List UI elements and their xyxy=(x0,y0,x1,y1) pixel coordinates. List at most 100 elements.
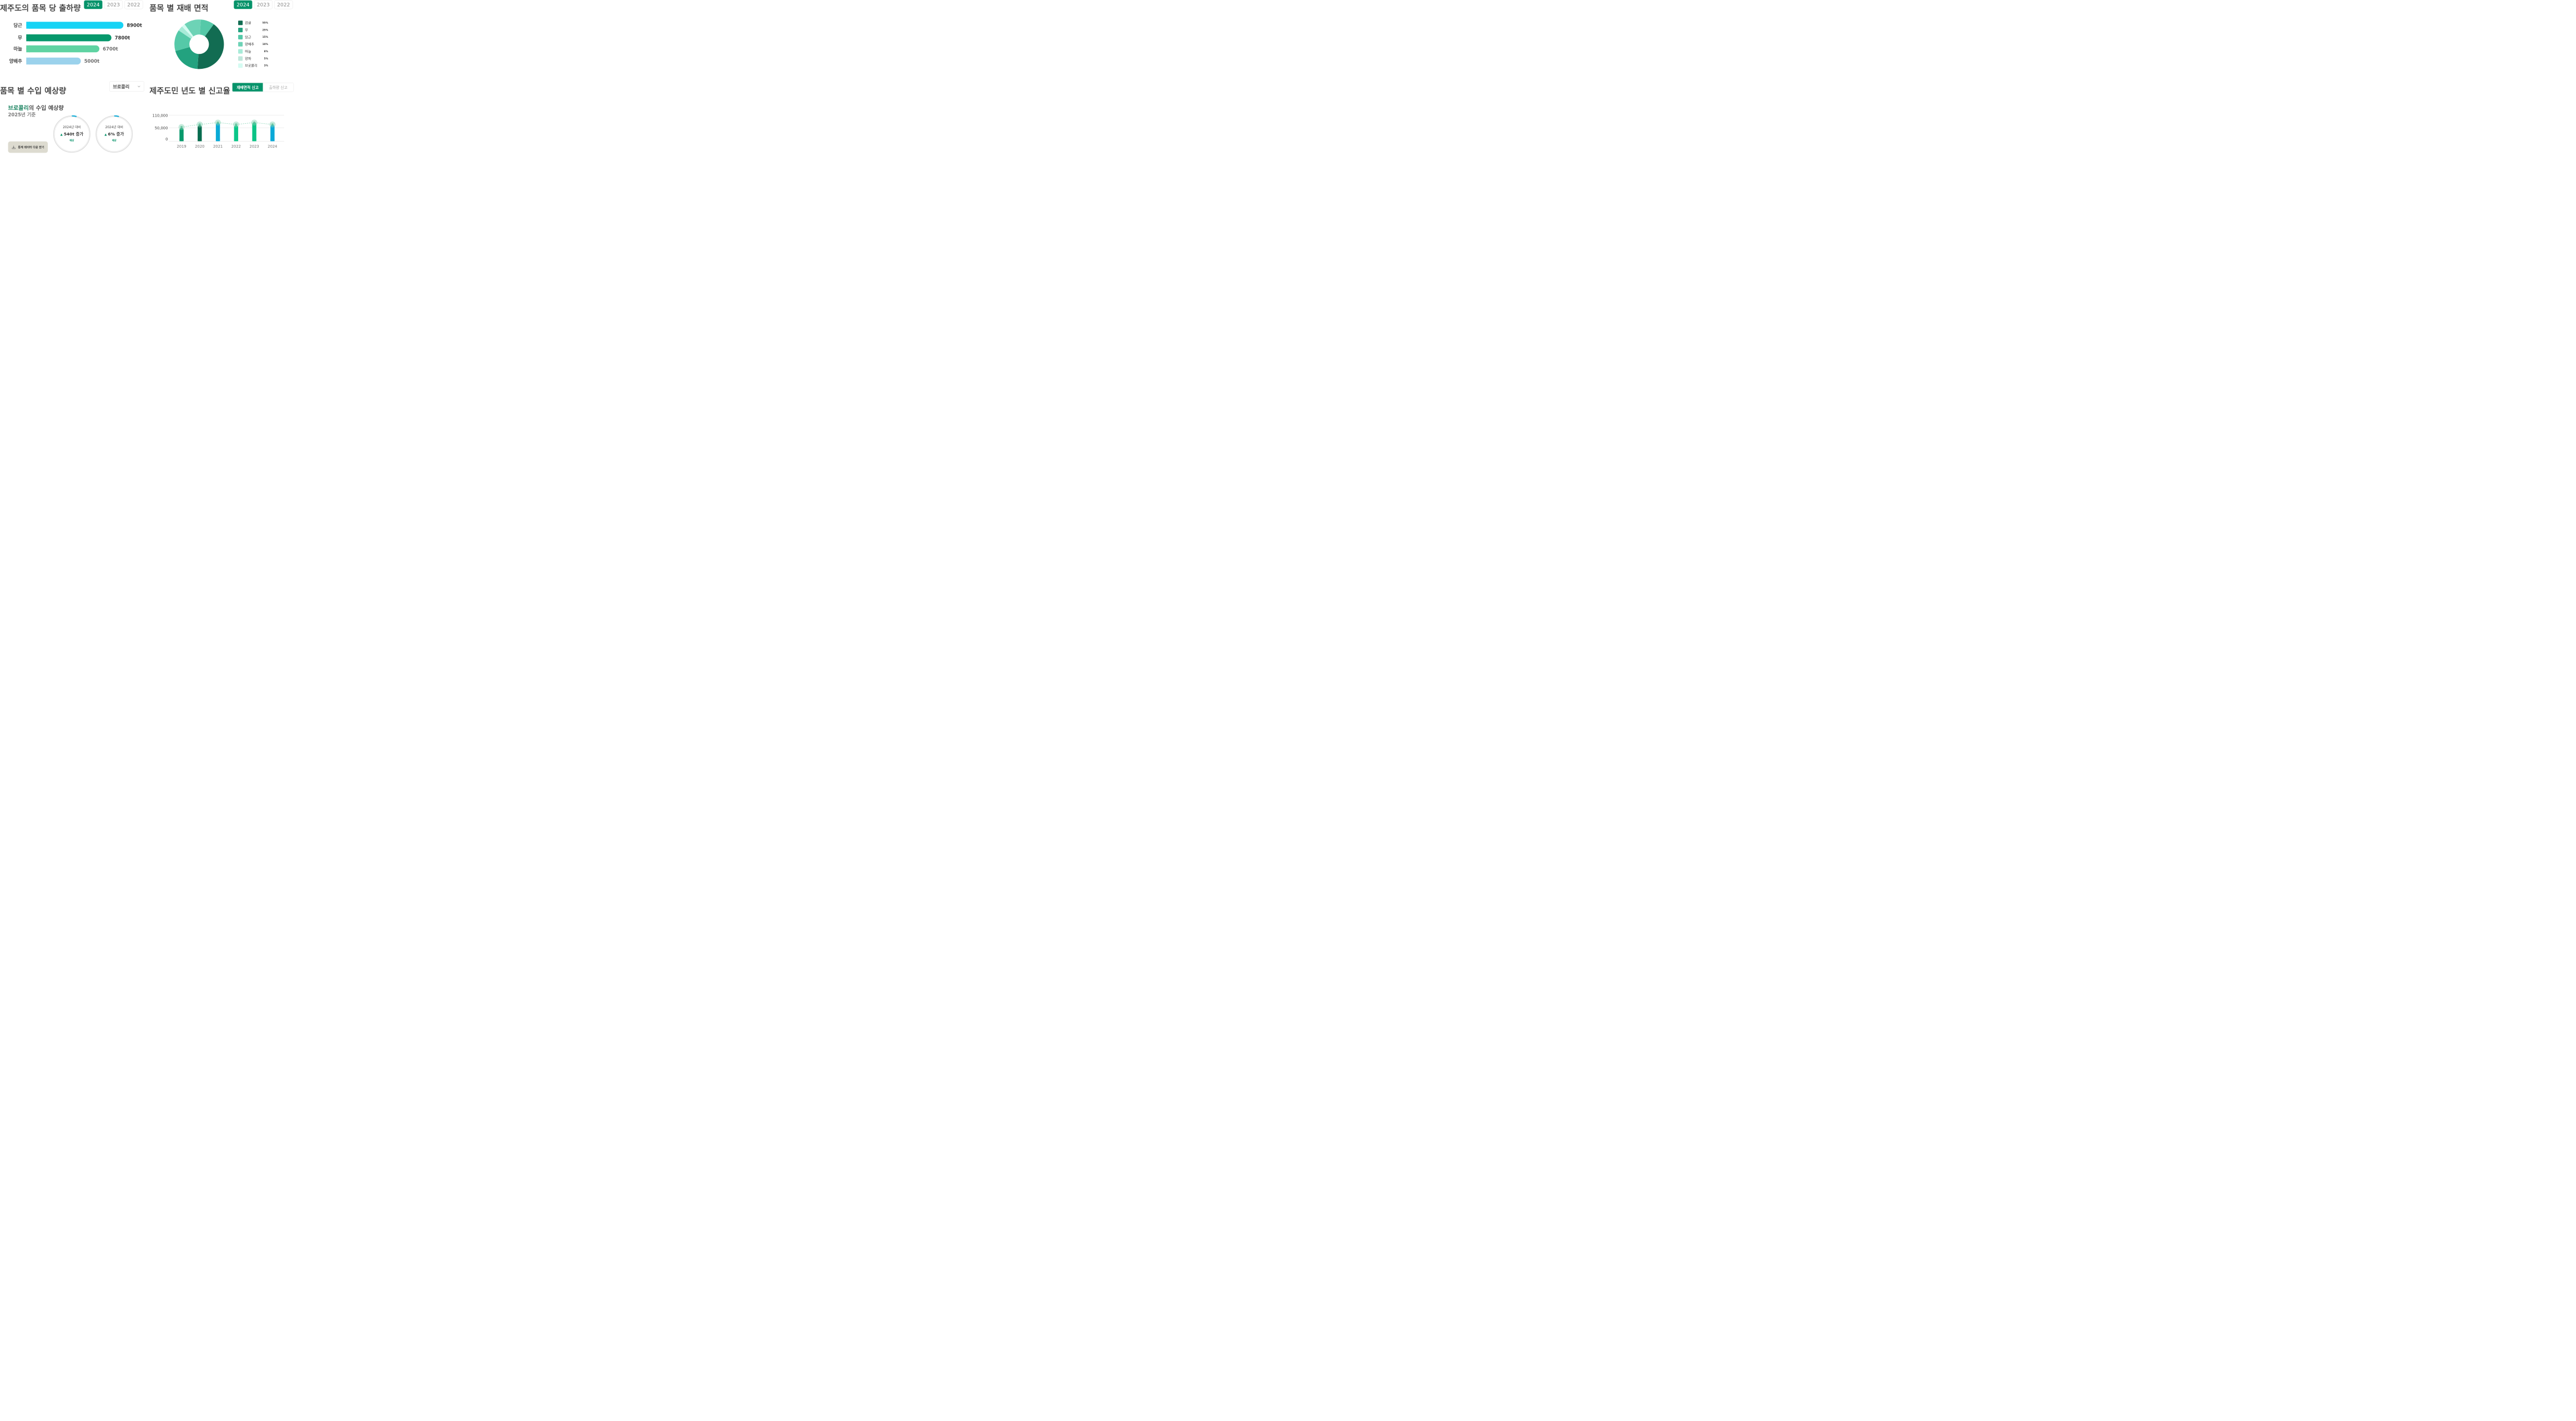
legend-label: 브로콜리 xyxy=(245,64,258,68)
legend-label: 양배추 xyxy=(245,42,255,47)
bar-category-label: 무 xyxy=(18,35,22,41)
trend-point xyxy=(198,123,201,126)
report-toggle: 재배면적 신고 출하량 신고 xyxy=(232,82,294,92)
legend-value: 25% xyxy=(262,28,269,32)
legend-swatch xyxy=(238,42,243,47)
ring-compare-label: 2024년 대비 xyxy=(105,125,123,129)
legend-item: 감귤 55% xyxy=(238,21,269,26)
ring-forecast-label: 예상 xyxy=(69,139,74,143)
bar-value-label: 5000t xyxy=(84,58,100,64)
legend-value: 8% xyxy=(264,50,269,53)
bar-category-label: 마늘 xyxy=(13,46,22,52)
bar-base xyxy=(252,139,256,142)
bar-base xyxy=(270,139,275,142)
area-donut-legend: 감귤 55% 무 25% 당근 15% 양배추 10% 마늘 8% 양파 5% 브로콜리 3% xyxy=(238,21,268,69)
legend-item: 양배추 10% xyxy=(238,42,268,47)
imports-basis: 2025년 기준 xyxy=(8,112,36,118)
legend-label: 무 xyxy=(245,28,248,33)
area-year-2023[interactable]: 2023 xyxy=(254,0,273,9)
legend-label: 마늘 xyxy=(245,49,251,54)
trend-point xyxy=(253,121,256,124)
triangle-up-icon: ▲ xyxy=(104,132,107,137)
x-tick-label: 2022 xyxy=(231,144,241,149)
shipment-year-2023[interactable]: 2023 xyxy=(104,0,123,9)
bar xyxy=(26,57,81,65)
bar xyxy=(215,123,220,142)
bar xyxy=(198,125,202,142)
shipment-title: 제주도의 품목 당 출하량 xyxy=(0,3,81,13)
trend-point xyxy=(180,125,183,128)
legend-item: 양파 5% xyxy=(238,56,268,61)
legend-value: 15% xyxy=(262,36,269,39)
legend-swatch xyxy=(238,34,243,39)
bar-cap xyxy=(26,57,31,65)
x-tick-label: 2020 xyxy=(195,144,204,149)
bar-value-label: 8900t xyxy=(127,22,142,28)
report-toggle-shipment[interactable]: 출하량 신고 xyxy=(263,83,294,92)
area-title: 품목 별 재배 면적 xyxy=(149,3,209,13)
legend-item: 무 25% xyxy=(238,28,269,33)
legend-item: 브로콜리 3% xyxy=(238,63,268,68)
donut-slice xyxy=(175,47,199,69)
trend-point xyxy=(271,123,274,126)
legend-swatch xyxy=(238,63,243,68)
download-stats-button[interactable]: 통계 데이터 다운 받기 xyxy=(8,141,48,153)
report-toggle-area[interactable]: 재배면적 신고 xyxy=(232,83,263,92)
bar-base xyxy=(215,139,220,142)
imports-subtitle-item: 브로콜리 xyxy=(8,104,29,112)
bar-category-label: 당근 xyxy=(13,22,22,28)
legend-swatch xyxy=(238,21,243,26)
bar-cap xyxy=(26,22,31,29)
x-tick-label: 2023 xyxy=(250,144,259,149)
triangle-up-icon: ▲ xyxy=(60,132,63,137)
y-tick-label: 0 xyxy=(165,137,168,142)
x-tick-label: 2019 xyxy=(177,144,186,149)
trend-point xyxy=(216,121,219,124)
trend-point xyxy=(235,123,238,126)
legend-item: 마늘 8% xyxy=(238,49,268,54)
imports-item-select[interactable]: 브로콜리 xyxy=(109,81,144,92)
legend-value: 10% xyxy=(262,43,269,46)
legend-label: 감귤 xyxy=(245,21,251,26)
area-donut-chart xyxy=(174,19,224,69)
legend-label: 양파 xyxy=(245,57,251,61)
download-label: 통계 데이터 다운 받기 xyxy=(18,145,44,149)
legend-value: 55% xyxy=(262,21,269,24)
area-year-2024[interactable]: 2024 xyxy=(234,0,253,9)
legend-swatch xyxy=(238,28,243,33)
imports-subtitle: 브로콜리의 수입 예상량 xyxy=(8,103,64,112)
bar-base xyxy=(234,139,239,142)
x-tick-label: 2021 xyxy=(213,144,223,149)
chevron-down-icon xyxy=(138,85,140,88)
ring-change-value: 540t 증가 xyxy=(63,132,84,137)
trend-line xyxy=(181,122,273,128)
legend-swatch xyxy=(238,49,243,54)
shipment-year-2024[interactable]: 2024 xyxy=(84,0,103,9)
bar xyxy=(26,22,124,29)
bar-cap xyxy=(26,45,31,53)
report-title: 제주도민 년도 별 신고율 xyxy=(149,86,230,95)
x-tick-label: 2024 xyxy=(268,144,277,149)
imports-select-value: 브로콜리 xyxy=(113,84,130,90)
legend-item: 당근 15% xyxy=(238,34,269,39)
y-tick-label: 50,000 xyxy=(155,126,168,130)
imports-title: 품목 별 수입 예상량 xyxy=(0,86,67,95)
area-year-tabs: 2024 2023 2022 xyxy=(234,0,293,9)
report-combo-chart: 110,000 50,000 0 2019 2020 2021 2022 2023 2024 xyxy=(152,113,284,149)
shipment-year-tabs: 2024 2023 2022 xyxy=(84,0,143,9)
imports-subtitle-suffix: 의 수입 예상량 xyxy=(28,104,64,112)
area-year-2022[interactable]: 2022 xyxy=(274,0,293,9)
legend-value: 5% xyxy=(264,57,269,60)
bar-base xyxy=(179,139,184,142)
bar xyxy=(26,34,112,42)
bar xyxy=(234,125,239,142)
legend-label: 당근 xyxy=(245,35,251,39)
download-icon xyxy=(12,145,16,149)
ring-compare-label: 2024년 대비 xyxy=(63,125,81,129)
bar-value-label: 7800t xyxy=(115,35,130,41)
bar xyxy=(26,45,100,53)
import-ring-amount: 2024년 대비 ▲540t 증가 예상 xyxy=(53,115,91,153)
ring-forecast-label: 예상 xyxy=(112,139,117,143)
shipment-year-2022[interactable]: 2022 xyxy=(124,0,143,9)
y-tick-label: 110,000 xyxy=(152,113,168,118)
